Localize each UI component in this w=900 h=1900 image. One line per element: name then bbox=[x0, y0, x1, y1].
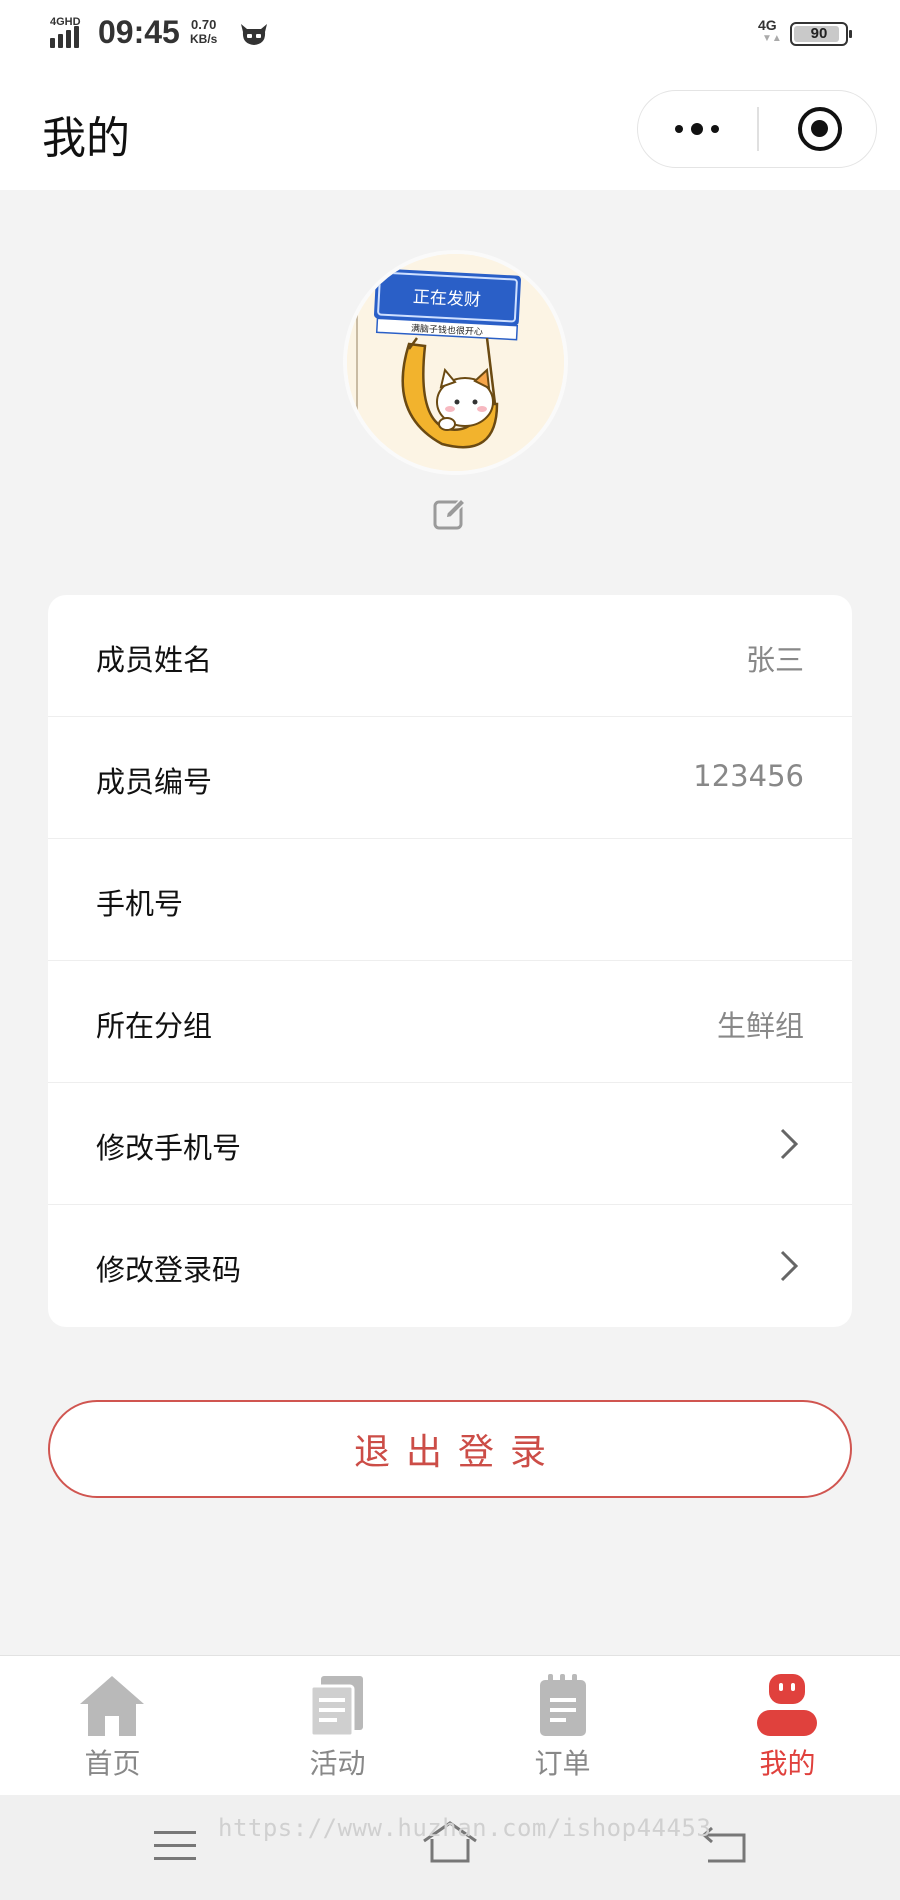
member-name-label: 成员姓名 bbox=[96, 643, 213, 677]
document-icon bbox=[309, 1676, 363, 1738]
info-row-phone: 手机号 bbox=[48, 839, 852, 961]
logout-button[interactable]: 退出登录 bbox=[48, 1400, 852, 1498]
network-speed: 0.70 KB/s bbox=[190, 17, 218, 47]
info-row-member-id: 成员编号 123456 bbox=[48, 717, 852, 839]
tab-orders-label: 订单 bbox=[534, 1747, 591, 1780]
avatar-illustration: 正在发财 满脑子钱也很开心 bbox=[347, 254, 564, 471]
change-login-code-row[interactable]: 修改登录码 bbox=[48, 1205, 852, 1327]
phone-label: 手机号 bbox=[96, 887, 184, 921]
menu-icon[interactable] bbox=[152, 1827, 198, 1865]
capsule-divider bbox=[757, 107, 759, 151]
member-id-value: 123456 bbox=[693, 759, 804, 793]
signal-icon: 4GHD bbox=[48, 16, 88, 48]
mini-program-capsule bbox=[637, 90, 877, 168]
network-type-right: 4G bbox=[758, 17, 777, 33]
tab-home[interactable]: 首页 bbox=[0, 1656, 225, 1794]
system-navigation-bar bbox=[0, 1795, 900, 1900]
tab-activity-label: 活动 bbox=[309, 1747, 366, 1780]
group-label: 所在分组 bbox=[96, 1009, 213, 1043]
battery-icon: 90 bbox=[790, 22, 852, 46]
tab-mine[interactable]: 我的 bbox=[675, 1656, 900, 1794]
clipboard-icon bbox=[540, 1674, 586, 1736]
tab-mine-label: 我的 bbox=[759, 1747, 816, 1780]
tab-orders[interactable]: 订单 bbox=[450, 1656, 675, 1794]
info-row-member-name: 成员姓名 张三 bbox=[48, 595, 852, 717]
chevron-right-icon bbox=[780, 1250, 799, 1282]
tab-activity[interactable]: 活动 bbox=[225, 1656, 450, 1794]
logout-label: 退出登录 bbox=[353, 1432, 562, 1473]
avatar[interactable]: 正在发财 满脑子钱也很开心 bbox=[343, 250, 568, 475]
network-speed-unit: KB/s bbox=[190, 32, 218, 46]
page-title: 我的 bbox=[42, 113, 130, 164]
bull-icon bbox=[241, 24, 267, 45]
status-time: 09:45 bbox=[98, 14, 180, 50]
member-name-value: 张三 bbox=[745, 643, 804, 677]
avatar-sign-text: 正在发财 bbox=[412, 287, 481, 311]
chevron-right-icon bbox=[780, 1128, 799, 1160]
group-value: 生鲜组 bbox=[716, 1009, 804, 1043]
network-speed-value: 0.70 bbox=[191, 17, 217, 32]
watermark: https://www.huzhan.com/ishop44453 bbox=[218, 1814, 712, 1842]
target-icon[interactable] bbox=[798, 107, 842, 151]
change-phone-label: 修改手机号 bbox=[96, 1131, 242, 1165]
edit-icon[interactable] bbox=[432, 496, 468, 532]
member-info-card: 成员姓名 张三 成员编号 123456 手机号 所在分组 生鲜组 修改手机号 修… bbox=[48, 595, 852, 1327]
info-row-group: 所在分组 生鲜组 bbox=[48, 961, 852, 1083]
nav-bar: 我的 bbox=[0, 70, 900, 190]
member-id-label: 成员编号 bbox=[96, 765, 213, 799]
change-phone-row[interactable]: 修改手机号 bbox=[48, 1083, 852, 1205]
network-indicator: 4G ▼▲ bbox=[758, 17, 782, 44]
battery-level: 90 bbox=[810, 25, 828, 42]
tab-home-label: 首页 bbox=[84, 1747, 141, 1780]
more-dots-icon[interactable] bbox=[638, 91, 756, 166]
status-bar: 4GHD 09:45 0.70 KB/s 4G ▼▲ 90 bbox=[0, 0, 900, 70]
tab-bar: 首页 活动 订单 我的 bbox=[0, 1655, 900, 1795]
change-login-code-label: 修改登录码 bbox=[96, 1253, 242, 1287]
robot-face-icon bbox=[757, 1674, 817, 1736]
home-icon bbox=[80, 1676, 144, 1736]
